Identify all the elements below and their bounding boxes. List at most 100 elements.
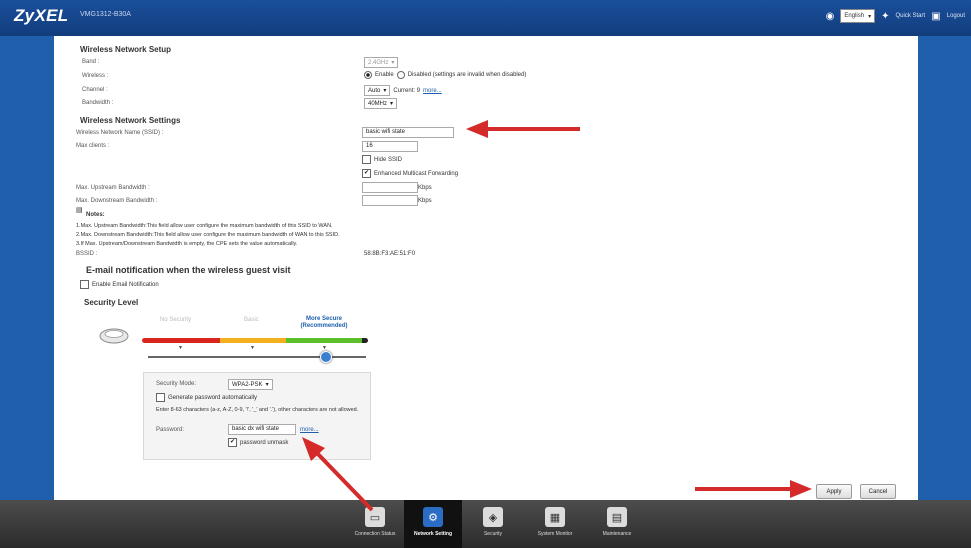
nav-system-monitor[interactable]: ▦ System Monitor — [526, 500, 584, 548]
channel-more-link[interactable]: more... — [423, 88, 442, 94]
email-checkbox[interactable] — [80, 280, 89, 289]
tick-mark: ▼ — [250, 345, 255, 351]
security-slider-handle[interactable] — [320, 351, 332, 363]
wireless-settings-title: Wireless Network Settings — [80, 116, 181, 125]
wireless-disable-label: Disabled (settings are invalid when disa… — [407, 72, 527, 78]
wireless-enable-label: Enable — [375, 72, 394, 78]
level-yellow-segment — [220, 338, 286, 343]
channel-value: Auto — [368, 87, 381, 94]
app-root: ZyXEL VMG1312-B30A ◉ English ▾ ✦ Quick S… — [0, 0, 971, 548]
router-icon — [99, 328, 129, 344]
generate-password-checkbox[interactable] — [156, 393, 165, 402]
channel-row: Auto ▾ Current: 9 more... — [364, 85, 442, 96]
wireless-enable-radio[interactable] — [364, 71, 372, 79]
nav-connection-status[interactable]: ▭ Connection Status — [346, 500, 404, 548]
upstream-label: Max. Upstream Bandwidth : — [76, 185, 150, 191]
security-settings-panel: Security Mode: WPA2-PSK ▾ Generate passw… — [143, 372, 371, 460]
nav-label: Maintenance — [602, 531, 632, 537]
cancel-button[interactable]: Cancel — [860, 484, 896, 499]
security-mode-value: WPA2-PSK — [232, 381, 263, 388]
channel-current: Current: 9 — [393, 87, 421, 94]
brand-logo: ZyXEL — [14, 6, 69, 25]
security-slider-track[interactable] — [148, 356, 366, 358]
wireless-disable-radio[interactable] — [396, 71, 405, 79]
language-select[interactable]: English ▾ — [840, 9, 876, 23]
upstream-input[interactable] — [362, 182, 418, 193]
apply-button[interactable]: Apply — [816, 484, 852, 499]
channel-select[interactable]: Auto ▾ — [364, 85, 391, 96]
bandwidth-label: Bandwidth : — [82, 100, 114, 106]
channel-label: Channel : — [82, 87, 108, 93]
nav-maintenance[interactable]: ▤ Maintenance — [588, 500, 646, 548]
chevron-down-icon: ▾ — [383, 88, 387, 94]
logout-link[interactable]: Logout — [947, 13, 965, 19]
wireless-setup-title: Wireless Network Setup — [80, 45, 172, 54]
level-basic: Basic — [244, 317, 259, 323]
notes-title: Notes: — [86, 212, 105, 218]
downstream-input[interactable] — [362, 195, 418, 206]
left-background — [0, 36, 54, 500]
max-clients-label: Max clients : — [76, 143, 110, 149]
tick-mark: ▼ — [178, 345, 183, 351]
notes-icon: ▤ — [76, 207, 83, 214]
bandwidth-value: 40MHz — [368, 100, 388, 107]
generate-password-row: Generate password automatically — [156, 393, 257, 402]
multicast-row: ✔ Enhanced Multicast Forwarding — [362, 169, 458, 178]
note-1: 1.Max. Upstream Bandwidth:This field all… — [76, 223, 333, 229]
password-input[interactable]: basic dx wifi state — [228, 424, 296, 435]
chevron-down-icon: ▾ — [265, 382, 269, 388]
unmask-checkbox[interactable]: ✔ — [228, 438, 237, 447]
hide-ssid-label: Hide SSID — [374, 156, 403, 163]
bssid-label: BSSID : — [76, 251, 98, 257]
ssid-label: Wireless Network Name (SSID) : — [76, 130, 164, 136]
multicast-checkbox[interactable]: ✔ — [362, 169, 371, 178]
downstream-label: Max. Downstream Bandwidth : — [76, 198, 158, 204]
level-end-cap — [362, 338, 368, 343]
hide-ssid-row: Hide SSID — [362, 155, 402, 164]
bssid-value: 58:8B:F3:AE:51:F0 — [364, 251, 416, 257]
password-more-link[interactable]: more... — [300, 427, 319, 433]
email-label: Enable Email Notification — [92, 281, 159, 288]
note-3: 3.If Max. Upstream/Downstream Bandwidth … — [76, 241, 298, 247]
system-monitor-icon: ▦ — [545, 507, 565, 527]
band-label: Band : — [82, 59, 100, 65]
maintenance-icon: ▤ — [607, 507, 627, 527]
password-label: Password: — [156, 427, 185, 433]
quick-start-link[interactable]: Quick Start — [896, 13, 926, 19]
level-recommended-label: (Recommended) — [300, 323, 348, 329]
email-title: E-mail notification when the wireless gu… — [86, 265, 291, 275]
nav-label: Security — [483, 531, 503, 537]
nav-security[interactable]: ◈ Security — [464, 500, 522, 548]
hide-ssid-checkbox[interactable] — [362, 155, 371, 164]
chevron-down-icon: ▾ — [391, 60, 395, 66]
security-icon: ◈ — [483, 507, 503, 527]
security-mode-select[interactable]: WPA2-PSK ▾ — [228, 379, 273, 390]
nav-network-setting[interactable]: ⚙ Network Setting — [404, 500, 462, 548]
ssid-input[interactable]: basic wifi state — [362, 127, 454, 138]
password-hint: Enter 8-63 characters (a-z, A-Z, 0-9, '!… — [156, 407, 359, 413]
band-value: 2.4GHz — [368, 59, 389, 66]
security-level-title: Security Level — [84, 298, 139, 307]
right-background — [918, 36, 971, 500]
bandwidth-select[interactable]: 40MHz ▾ — [364, 98, 398, 109]
security-level-bar — [142, 338, 368, 343]
unmask-label: password unmask — [240, 439, 289, 446]
chevron-down-icon: ▾ — [390, 101, 394, 107]
chevron-down-icon: ▾ — [868, 13, 872, 20]
downstream-unit: Kbps — [418, 198, 432, 204]
level-red-segment — [142, 338, 220, 343]
globe-icon: ◉ — [825, 10, 835, 22]
logout-icon: ▣ — [931, 10, 941, 22]
security-mode-label: Security Mode: — [156, 381, 197, 387]
level-more-secure: More Secure (Recommended) — [284, 316, 364, 330]
max-clients-input[interactable]: 16 — [362, 141, 418, 152]
unmask-row: ✔ password unmask — [228, 438, 288, 447]
level-green-segment — [286, 338, 362, 343]
band-select[interactable]: 2.4GHz ▾ — [364, 57, 399, 68]
top-header: ZyXEL VMG1312-B30A ◉ English ▾ ✦ Quick S… — [0, 0, 971, 36]
wand-icon: ✦ — [881, 10, 890, 22]
nav-label: System Monitor — [537, 531, 573, 537]
model-name: VMG1312-B30A — [80, 11, 131, 18]
language-value: English — [844, 13, 865, 19]
header-actions: ◉ English ▾ ✦ Quick Start ▣ Logout — [826, 9, 965, 23]
